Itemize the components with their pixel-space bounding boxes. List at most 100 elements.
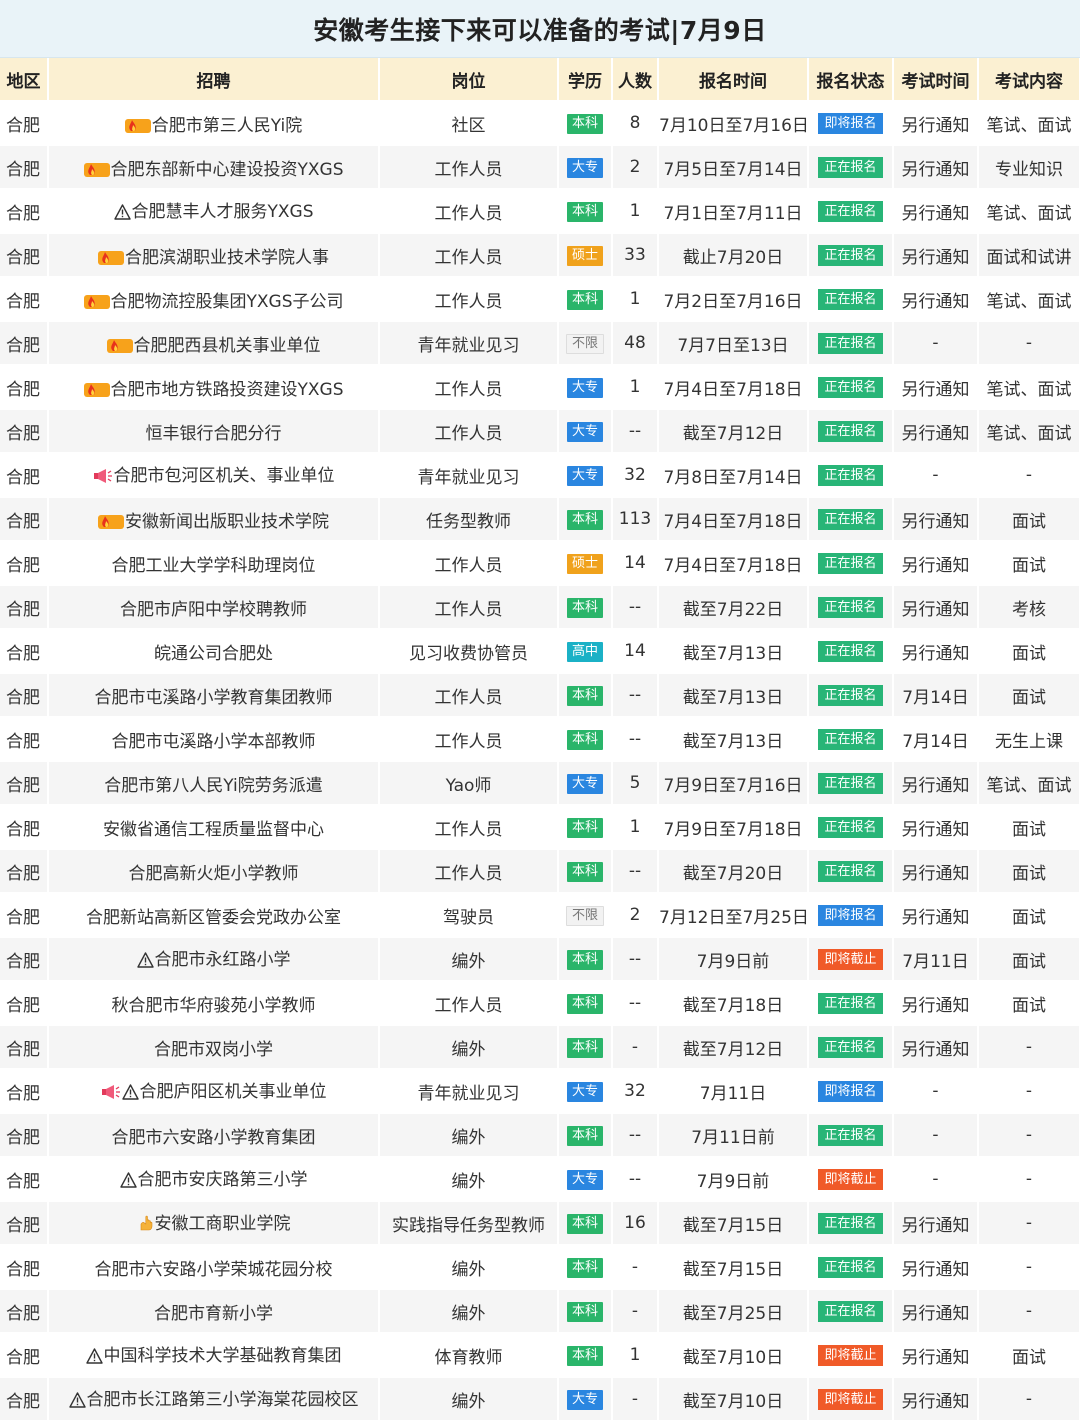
status-badge: 正在报名 [818, 1213, 883, 1234]
reg-time-text: 截至7月13日 [682, 731, 784, 752]
status-badge: 正在报名 [818, 1037, 883, 1058]
content-text: - [1025, 1301, 1033, 1321]
reg-time-text: 7月2日至7月16日 [663, 291, 803, 312]
table-row: 合肥 合肥市育新小学 编外 本科 - 截至7月25日 正在报名 另行通知 - [0, 1289, 1080, 1334]
status-badge: 正在报名 [818, 729, 883, 750]
cell-edu: 本科 [558, 1113, 613, 1158]
count-text: 1 [629, 289, 641, 309]
reg-time-text: 截至7月10日 [682, 1391, 784, 1412]
region-text: 合肥 [6, 687, 40, 708]
cell-content: - [978, 1245, 1080, 1290]
cell-reg-time: 截至7月13日 [658, 673, 809, 718]
status-badge: 即将截止 [818, 1345, 883, 1366]
cell-reg-time: 截至7月13日 [658, 717, 809, 762]
cell-region: 合肥 [0, 1245, 49, 1290]
table-row: 合肥 安徽新闻出版职业技术学院 任务型教师 本科 113 7月4日至7月18日 正在报名 另行… [0, 497, 1080, 542]
org-text: 合肥市第三人民Yi院 [151, 115, 303, 136]
org-text: 安徽省通信工程质量监督中心 [103, 819, 324, 840]
cell-edu: 本科 [558, 1245, 613, 1290]
org-text: 合肥市屯溪路小学教育集团教师 [94, 687, 333, 708]
cell-reg-time: 7月4日至7月18日 [658, 541, 809, 586]
edu-badge: 硕士 [566, 554, 603, 574]
reg-time-text: 截至7月13日 [682, 687, 784, 708]
exam-time-text: 另行通知 [901, 555, 970, 576]
exam-time-text: 另行通知 [901, 1303, 970, 1324]
cell-reg-time: 7月11日前 [658, 1113, 809, 1158]
cell-edu: 大专 [558, 1377, 613, 1422]
cell-exam-time: 另行通知 [893, 541, 979, 586]
count-text: 113 [618, 509, 652, 529]
content-text: 笔试、面试 [986, 115, 1072, 136]
table-header: 地区 招聘 岗位 学历 人数 报名时间 报名状态 考试时间 考试内容 [0, 58, 1080, 102]
content-text: - [1025, 1169, 1033, 1189]
cell-region: 合肥 [0, 1201, 49, 1246]
post-text: 工作人员 [434, 291, 503, 312]
post-text: 工作人员 [434, 247, 503, 268]
org-text: 合肥市第八人民Yi院劳务派遣 [104, 775, 323, 796]
table-row: 合肥 合肥市六安路小学教育集团 编外 本科 -- 7月11日前 正在报名 - - [0, 1113, 1080, 1158]
cell-region: 合肥 [0, 497, 49, 542]
cell-post: 工作人员 [379, 585, 559, 630]
cell-reg-time: 7月9日至7月16日 [658, 761, 809, 806]
cell-exam-time: 另行通知 [893, 1201, 979, 1246]
table-row: 合肥 合肥市第八人民Yi院劳务派遣 Yao师 大专 5 7月9日至7月16日 正在报名 另行通… [0, 761, 1080, 806]
exam-time-text: 另行通知 [901, 1259, 970, 1280]
content-text: - [1025, 1213, 1033, 1233]
cell-content: 笔试、面试 [978, 365, 1080, 410]
cell-edu: 本科 [558, 585, 613, 630]
edu-badge: 大专 [566, 378, 603, 398]
cell-exam-time: 另行通知 [893, 805, 979, 850]
edu-badge: 大专 [566, 1170, 603, 1190]
status-badge: 正在报名 [818, 245, 883, 266]
cell-status: 正在报名 [808, 1201, 894, 1246]
cell-exam-time: 另行通知 [893, 981, 979, 1026]
region-text: 合肥 [6, 1303, 40, 1324]
org-text: 合肥肥西县机关事业单位 [133, 335, 321, 356]
reg-time-text: 截至7月12日 [682, 423, 784, 444]
content-text: 面试 [1012, 643, 1046, 664]
post-text: 工作人员 [434, 379, 503, 400]
header-status: 报名状态 [808, 58, 894, 102]
edu-badge: 本科 [566, 1126, 603, 1146]
reg-time-text: 截止7月20日 [682, 247, 784, 268]
cell-region: 合肥 [0, 365, 49, 410]
content-text: 专业知识 [995, 159, 1063, 180]
cell-reg-time: 7月9日前 [658, 937, 809, 982]
region-text: 合肥 [6, 1039, 40, 1060]
cell-edu: 大专 [558, 1157, 613, 1202]
table-row: 合肥 合肥市长江路第三小学海棠花园校区 编外 大专 - 截至7月10日 即将截止 另行通知 - [0, 1377, 1080, 1422]
cell-region: 合肥 [0, 585, 49, 630]
post-text: 工作人员 [434, 599, 503, 620]
exam-time-text: 另行通知 [901, 995, 970, 1016]
cell-edu: 大专 [558, 453, 613, 498]
cell-edu: 大专 [558, 365, 613, 410]
cell-status: 正在报名 [808, 409, 894, 454]
region-text: 合肥 [6, 247, 40, 268]
count-text: - [631, 1257, 639, 1277]
content-text: 笔试、面试 [986, 775, 1072, 796]
cell-org: 合肥市长江路第三小学海棠花园校区 [48, 1377, 380, 1422]
cell-edu: 本科 [558, 1289, 613, 1334]
cell-post: 编外 [379, 1157, 559, 1202]
status-badge: 正在报名 [818, 465, 883, 486]
cell-region: 合肥 [0, 1333, 49, 1378]
cell-reg-time: 7月11日 [658, 1069, 809, 1114]
table-row: 合肥 合肥高新火炬小学教师 工作人员 本科 -- 截至7月20日 正在报名 另行通知 面试 [0, 849, 1080, 894]
cell-exam-time: 另行通知 [893, 1377, 979, 1422]
cell-region: 合肥 [0, 1157, 49, 1202]
cell-reg-time: 7月4日至7月18日 [658, 365, 809, 410]
cell-content: 笔试、面试 [978, 761, 1080, 806]
cell-count: -- [612, 1157, 659, 1202]
fire-icon [106, 337, 133, 354]
cell-region: 合肥 [0, 541, 49, 586]
cell-count: 8 [612, 101, 659, 146]
table-row: 合肥 合肥市安庆路第三小学 编外 大专 -- 7月9日前 即将截止 - - [0, 1157, 1080, 1202]
exam-time-text: 另行通知 [901, 247, 970, 268]
region-text: 合肥 [6, 643, 40, 664]
cell-exam-time: 7月14日 [893, 673, 979, 718]
region-text: 合肥 [6, 599, 40, 620]
count-text: 16 [624, 1213, 646, 1233]
cell-exam-time: 另行通知 [893, 629, 979, 674]
status-badge: 正在报名 [818, 289, 883, 310]
region-text: 合肥 [6, 1215, 40, 1236]
